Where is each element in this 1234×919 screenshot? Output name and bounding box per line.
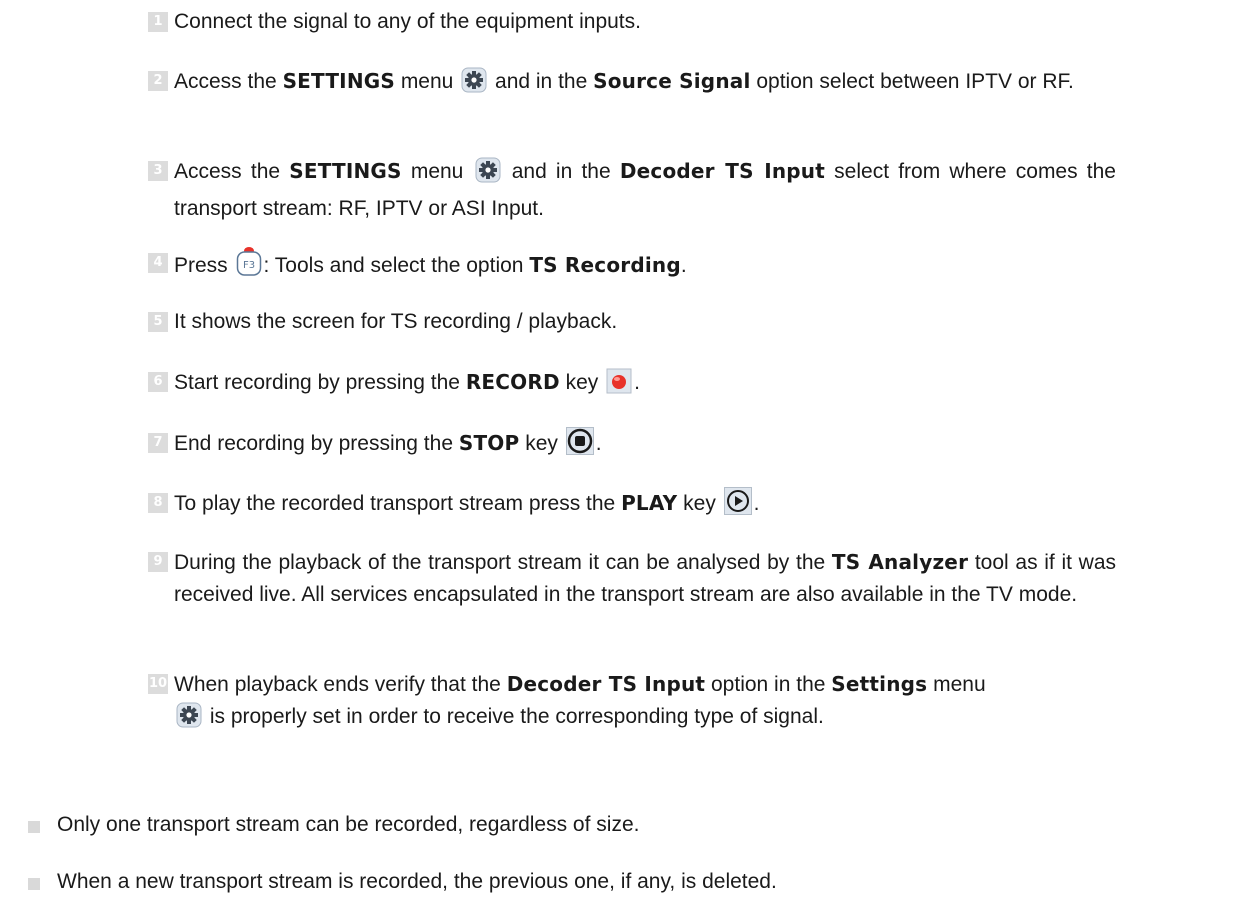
gear-icon xyxy=(176,702,202,738)
f3-key-label: F3 xyxy=(242,260,254,271)
step-text: To play the recorded transport stream pr… xyxy=(174,487,1116,525)
step-text: When playback ends verify that the Decod… xyxy=(174,668,1116,738)
step-number: 8 xyxy=(148,493,168,513)
step-text: Start recording by pressing the RECORD k… xyxy=(174,366,1116,404)
step-number: 3 xyxy=(148,161,168,181)
gear-icon xyxy=(475,157,501,193)
step-number: 6 xyxy=(148,372,168,392)
step-number: 7 xyxy=(148,433,168,453)
f3-key-icon: F3 xyxy=(236,247,262,287)
step-text: Access the SETTINGS menu and in the Sour… xyxy=(174,65,1116,103)
step-number: 9 xyxy=(148,552,168,572)
step-text: End recording by pressing the STOP key . xyxy=(174,427,1116,465)
step-number: 10 xyxy=(148,674,168,694)
play-icon xyxy=(723,487,752,525)
step-text: Press F3: Tools and select the option TS… xyxy=(174,247,1116,287)
stop-icon xyxy=(565,427,594,465)
note-text: Only one transport stream can be recorde… xyxy=(57,813,640,836)
step-number: 5 xyxy=(148,312,168,332)
step-number: 2 xyxy=(148,71,168,91)
note-text: When a new transport stream is recorded,… xyxy=(57,870,777,893)
step-text: Connect the signal to any of the equipme… xyxy=(174,10,641,33)
step-number: 4 xyxy=(148,253,168,273)
step-text: During the playback of the transport str… xyxy=(174,550,1116,606)
bullet-icon xyxy=(28,878,40,890)
step-text: Access the SETTINGS menu and in the Deco… xyxy=(174,157,1116,220)
step-text: It shows the screen for TS recording / p… xyxy=(174,310,618,333)
step-number: 1 xyxy=(148,12,168,32)
record-icon xyxy=(606,368,632,404)
bullet-icon xyxy=(28,821,40,833)
gear-icon xyxy=(461,67,487,103)
